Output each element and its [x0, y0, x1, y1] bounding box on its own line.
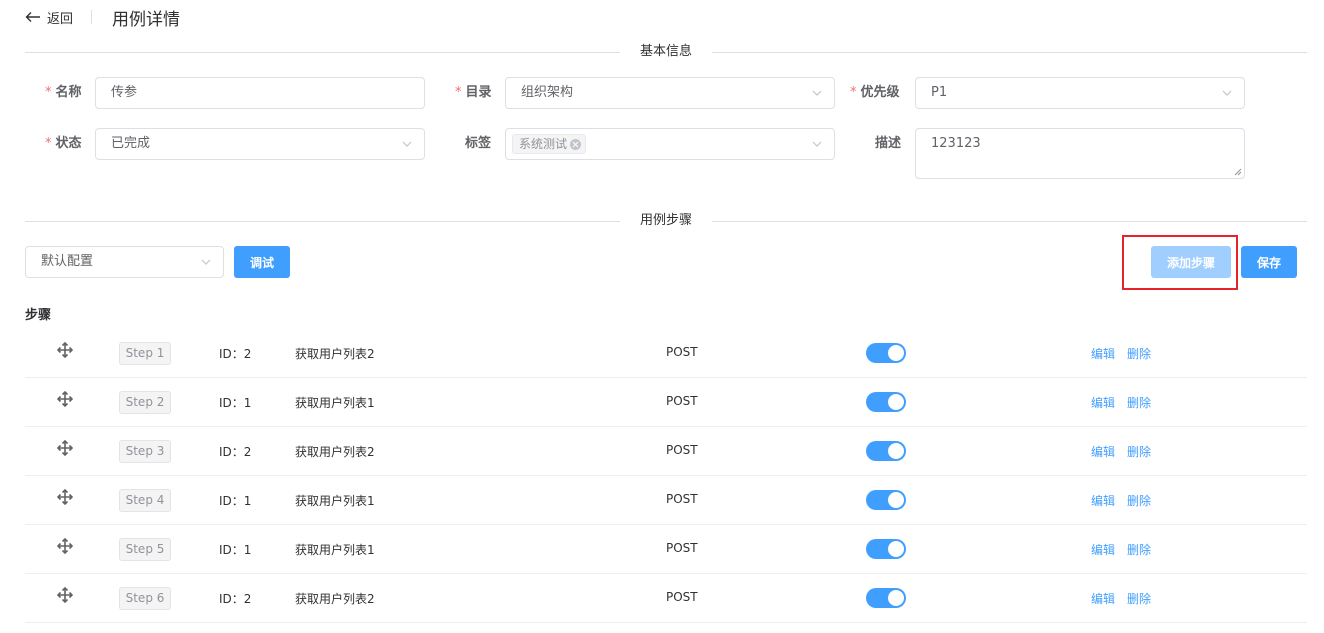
step-method: POST — [666, 492, 698, 506]
step-id: ID：1 — [219, 543, 252, 557]
step-name: 获取用户列表2 — [295, 347, 375, 361]
switch-knob — [888, 443, 904, 459]
directory-label: * 目录 — [455, 85, 492, 100]
delete-link[interactable]: 删除 — [1127, 492, 1151, 509]
switch-knob — [888, 590, 904, 606]
switch-knob — [888, 345, 904, 361]
drag-handle-icon[interactable] — [57, 489, 73, 505]
edit-link[interactable]: 编辑 — [1091, 590, 1115, 607]
step-badge: Step 2 — [119, 391, 171, 414]
step-row: Step 2 ID：1 获取用户列表1 POST 编辑 删除 — [25, 378, 1307, 427]
step-name: 获取用户列表1 — [295, 396, 375, 410]
drag-handle-icon[interactable] — [57, 587, 73, 603]
steps-section-title: 用例步骤 — [619, 212, 713, 230]
step-method: POST — [666, 541, 698, 555]
switch-knob — [888, 394, 904, 410]
step-row: Step 3 ID：2 获取用户列表2 POST 编辑 删除 — [25, 427, 1307, 476]
name-input[interactable]: 传参 — [95, 77, 425, 109]
step-method: POST — [666, 345, 698, 359]
name-label: * 名称 — [45, 85, 82, 100]
delete-link[interactable]: 删除 — [1127, 394, 1151, 411]
basic-info-divider: 基本信息 — [25, 43, 1307, 61]
switch-knob — [888, 492, 904, 508]
description-label: 描述 — [875, 136, 902, 151]
edit-link[interactable]: 编辑 — [1091, 345, 1115, 362]
step-enabled-switch[interactable] — [866, 441, 906, 461]
step-badge: Step 6 — [119, 587, 171, 610]
step-id: ID：1 — [219, 396, 252, 410]
step-id: ID：1 — [219, 494, 252, 508]
tag-close-icon[interactable] — [570, 138, 582, 150]
drag-handle-icon[interactable] — [57, 440, 73, 456]
tags-select[interactable]: 系统测试 — [505, 128, 835, 160]
drag-handle-icon[interactable] — [57, 538, 73, 554]
back-button[interactable]: 返回 — [25, 8, 73, 27]
delete-link[interactable]: 删除 — [1127, 443, 1151, 460]
back-label: 返回 — [47, 11, 74, 27]
step-row: Step 5 ID：1 获取用户列表1 POST 编辑 删除 — [25, 525, 1307, 574]
step-method: POST — [666, 394, 698, 408]
step-id: ID：2 — [219, 347, 252, 361]
priority-select[interactable]: P1 — [915, 77, 1245, 109]
drag-handle-icon[interactable] — [57, 342, 73, 358]
step-badge: Step 4 — [119, 489, 171, 512]
save-button[interactable]: 保存 — [1241, 246, 1297, 278]
edit-link[interactable]: 编辑 — [1091, 443, 1115, 460]
arrow-left-icon — [25, 12, 40, 22]
step-enabled-switch[interactable] — [866, 490, 906, 510]
resize-grip-icon[interactable] — [1234, 168, 1242, 176]
delete-link[interactable]: 删除 — [1127, 590, 1151, 607]
step-badge: Step 1 — [119, 342, 171, 365]
config-select[interactable]: 默认配置 — [25, 246, 224, 278]
delete-link[interactable]: 删除 — [1127, 541, 1151, 558]
chevron-down-icon — [402, 141, 412, 147]
step-row: Step 1 ID：2 获取用户列表2 POST 编辑 删除 — [25, 329, 1307, 378]
header-divider — [91, 10, 93, 24]
chevron-down-icon — [812, 141, 822, 147]
debug-button[interactable]: 调试 — [234, 246, 290, 278]
step-enabled-switch[interactable] — [866, 539, 906, 559]
steps-divider: 用例步骤 — [25, 212, 1307, 230]
delete-link[interactable]: 删除 — [1127, 345, 1151, 362]
edit-link[interactable]: 编辑 — [1091, 394, 1115, 411]
directory-select[interactable]: 组织架构 — [505, 77, 835, 109]
edit-link[interactable]: 编辑 — [1091, 492, 1115, 509]
tag-chip: 系统测试 — [512, 134, 587, 154]
page-header: 返回 用例详情 — [25, 4, 180, 30]
status-select[interactable]: 已完成 — [95, 128, 425, 160]
step-enabled-switch[interactable] — [866, 392, 906, 412]
basic-info-title: 基本信息 — [619, 43, 713, 61]
chevron-down-icon — [1222, 90, 1232, 96]
page-title: 用例详情 — [112, 9, 181, 30]
tag-label: 系统测试 — [519, 137, 568, 151]
drag-handle-icon[interactable] — [57, 391, 73, 407]
step-id: ID：2 — [219, 592, 252, 606]
description-textarea[interactable]: 123123 — [915, 128, 1245, 179]
chevron-down-icon — [201, 259, 211, 265]
status-label: * 状态 — [45, 136, 82, 151]
switch-knob — [888, 541, 904, 557]
tags-label: 标签 — [465, 136, 492, 151]
step-enabled-switch[interactable] — [866, 343, 906, 363]
edit-link[interactable]: 编辑 — [1091, 541, 1115, 558]
chevron-down-icon — [812, 90, 822, 96]
add-step-button[interactable]: 添加步骤 — [1151, 246, 1231, 278]
step-badge: Step 3 — [119, 440, 171, 463]
step-name: 获取用户列表2 — [295, 445, 375, 459]
priority-label: * 优先级 — [850, 85, 900, 100]
step-row: Step 6 ID：2 获取用户列表2 POST 编辑 删除 — [25, 574, 1307, 623]
step-method: POST — [666, 443, 698, 457]
step-enabled-switch[interactable] — [866, 588, 906, 608]
steps-label: 步骤 — [25, 308, 52, 323]
step-name: 获取用户列表1 — [295, 543, 375, 557]
step-name: 获取用户列表2 — [295, 592, 375, 606]
step-method: POST — [666, 590, 698, 604]
step-row: Step 4 ID：1 获取用户列表1 POST 编辑 删除 — [25, 476, 1307, 525]
step-id: ID：2 — [219, 445, 252, 459]
step-badge: Step 5 — [119, 538, 171, 561]
step-name: 获取用户列表1 — [295, 494, 375, 508]
